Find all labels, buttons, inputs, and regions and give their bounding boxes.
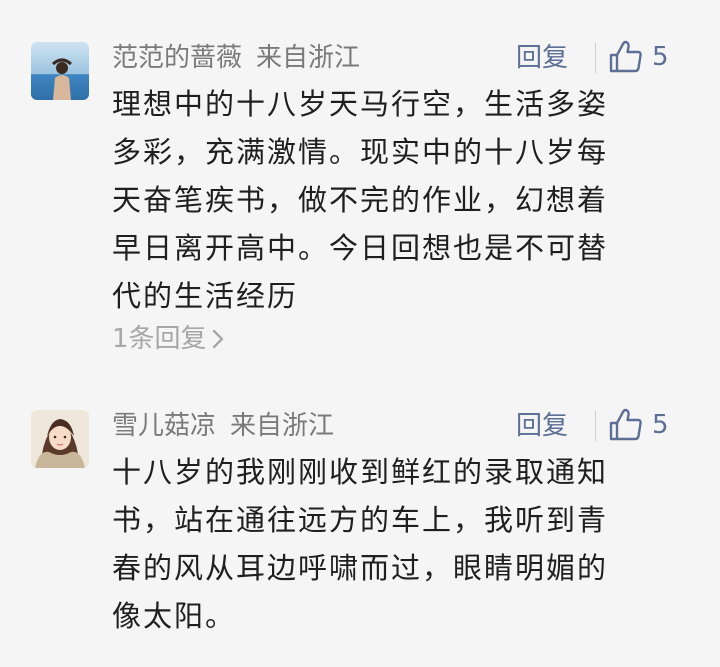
like-count: 5 <box>652 42 669 72</box>
user-location: 来自浙江 <box>256 43 361 73</box>
comment-item: 雪儿菇凉 来自浙江 回复 5 十八岁的我刚刚收到鲜红的录取通知 书，站在通往远方的… <box>0 392 720 667</box>
comment-item: 范范的蔷薇 来自浙江 回复 5 理想中的十八岁天马行空，生活多姿 多彩，充满激情。… <box>0 0 720 390</box>
comment-line: 书，站在通往远方的车上，我听到青 <box>112 503 609 537</box>
comment-line: 春的风从耳边呼啸而过，眼睛明媚的 <box>112 551 609 585</box>
reply-button[interactable]: 回复 <box>516 41 568 75</box>
chevron-right-icon <box>212 329 223 349</box>
thumbs-up-icon <box>609 40 642 73</box>
reply-button[interactable]: 回复 <box>516 409 568 443</box>
comment-line: 像太阳。 <box>112 599 237 633</box>
comment-line: 理想中的十八岁天马行空，生活多姿 <box>112 87 609 121</box>
comment-text: 十八岁的我刚刚收到鲜红的录取通知 书，站在通往远方的车上，我听到青 春的风从耳边… <box>112 448 682 640</box>
avatar[interactable] <box>31 42 89 100</box>
comment-line: 天奋笔疾书，做不完的作业，幻想着 <box>112 183 609 217</box>
comment-line: 早日离开高中。今日回想也是不可替 <box>112 231 609 265</box>
divider <box>595 411 596 441</box>
like-count: 5 <box>652 410 669 440</box>
user-name[interactable]: 雪儿菇凉 <box>112 411 216 441</box>
divider <box>595 43 596 73</box>
replies-label: 1条回复 <box>112 324 207 354</box>
comment-line: 代的生活经历 <box>112 279 299 313</box>
user-name[interactable]: 范范的蔷薇 <box>112 43 242 73</box>
view-replies-link[interactable]: 1条回复 <box>112 322 225 356</box>
like-button[interactable]: 5 <box>608 408 669 442</box>
user-location: 来自浙江 <box>230 411 335 441</box>
comment-text: 理想中的十八岁天马行空，生活多姿 多彩，充满激情。现实中的十八岁每 天奋笔疾书，… <box>112 80 682 320</box>
comment-line: 十八岁的我刚刚收到鲜红的录取通知 <box>112 455 609 489</box>
thumbs-up-icon <box>609 408 642 441</box>
avatar[interactable] <box>31 410 89 468</box>
comment-line: 多彩，充满激情。现实中的十八岁每 <box>112 135 609 169</box>
username[interactable]: 范范的蔷薇 来自浙江 <box>112 41 360 75</box>
like-button[interactable]: 5 <box>608 40 669 74</box>
username[interactable]: 雪儿菇凉 来自浙江 <box>112 409 334 443</box>
